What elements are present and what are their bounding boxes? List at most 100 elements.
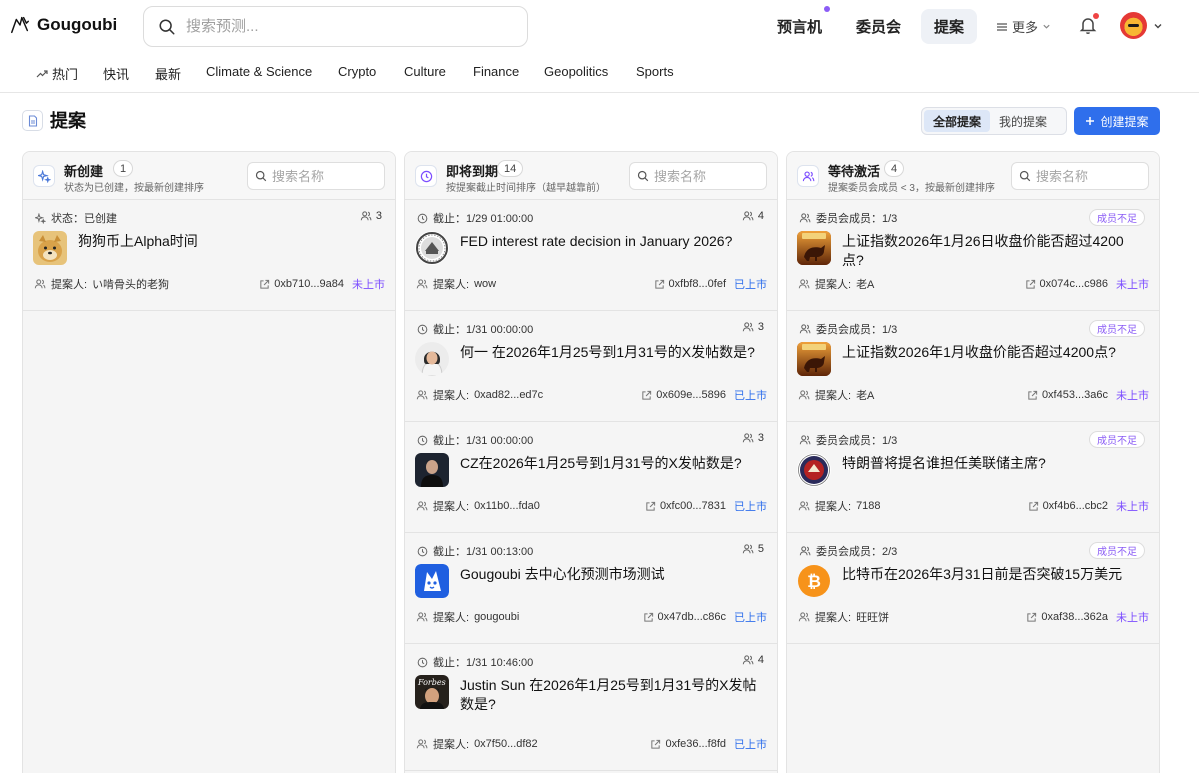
- listing-status: 已上市: [734, 501, 767, 513]
- proposal-question[interactable]: FED interest rate decision in January 20…: [460, 232, 760, 251]
- proposal-card[interactable]: 截止：1/31 00:00:00 3 何一 在2026年1月25号到1月31号的X发…: [405, 311, 777, 422]
- tab-all-proposals[interactable]: 全部提案: [924, 110, 991, 132]
- nav-oracle[interactable]: 预言机: [763, 6, 836, 44]
- proposer-label: 提案人:: [51, 279, 88, 291]
- category-finance[interactable]: Finance: [473, 64, 519, 79]
- proposal-question[interactable]: 上证指数2026年1月收盘价能否超过4200点?: [842, 343, 1142, 362]
- fed-seal-icon: [415, 231, 449, 265]
- proposer-label: 提案人:: [815, 612, 852, 624]
- column-search-input[interactable]: [272, 168, 377, 184]
- category-sports[interactable]: Sports: [636, 64, 674, 79]
- column-search[interactable]: [629, 162, 767, 190]
- proposer-name: 老A: [856, 390, 875, 402]
- more-menu[interactable]: 更多: [996, 17, 1051, 36]
- category-hot[interactable]: 热门: [36, 64, 78, 83]
- card-footer: 提案人: gougoubi 0x47db...c86c 已上市: [416, 609, 767, 625]
- member-count-value: 4: [757, 654, 764, 666]
- proposer-name: 0x11b0...fda0: [474, 500, 540, 512]
- proposal-question[interactable]: Gougoubi 去中心化预测市场测试: [460, 565, 760, 584]
- category-flash[interactable]: 快讯: [103, 64, 129, 83]
- contract-address[interactable]: 0x074c...c986: [1040, 278, 1109, 290]
- contract-address[interactable]: 0x609e...5896: [656, 389, 726, 401]
- card-meta: 截止：1/31 00:13:00: [417, 543, 533, 559]
- user-icon: [416, 279, 428, 289]
- contract-address[interactable]: 0xaf38...362a: [1041, 611, 1108, 623]
- contract-address[interactable]: 0xfc00...7831: [660, 500, 726, 512]
- proposal-question[interactable]: Justin Sun 在2026年1月25号到1月31号的X发帖数是?: [460, 676, 760, 714]
- card-meta: 截止：1/31 00:00:00: [417, 321, 533, 337]
- create-proposal-button[interactable]: 创建提案: [1074, 107, 1160, 135]
- contract-link[interactable]: 0xaf38...362a 未上市: [1026, 609, 1149, 625]
- clock-icon: [417, 213, 428, 223]
- column-search[interactable]: [247, 162, 385, 190]
- member-count-value: 4: [757, 210, 764, 222]
- proposal-question[interactable]: 何一 在2026年1月25号到1月31号的X发帖数是?: [460, 343, 760, 362]
- column-search-input[interactable]: [654, 168, 759, 184]
- proposal-question[interactable]: 特朗普将提名谁担任美联储主席?: [842, 454, 1142, 473]
- contract-link[interactable]: 0xfc00...7831 已上市: [645, 498, 767, 514]
- users-icon: [742, 211, 754, 221]
- users-icon: [799, 435, 811, 445]
- category-geopolitics[interactable]: Geopolitics: [544, 64, 608, 79]
- contract-address[interactable]: 0xf4b6...cbc2: [1043, 500, 1108, 512]
- user-icon: [416, 501, 428, 511]
- external-link-icon: [1027, 612, 1037, 622]
- member-count: 3: [360, 210, 382, 222]
- contract-link[interactable]: 0xf4b6...cbc2 未上市: [1028, 498, 1149, 514]
- column-subtitle: 提案委员会成员 < 3，按最新创建排序: [828, 183, 995, 194]
- nav-proposals[interactable]: 提案: [921, 9, 977, 44]
- search-input[interactable]: [186, 18, 486, 35]
- nav-proposals-label: 提案: [933, 19, 964, 36]
- proposal-card[interactable]: 委员会成员：1/3 成员不足 特朗普将提名谁担任美联储主席? 提案人: 7188 0xf4…: [787, 422, 1159, 533]
- member-count-value: 5: [757, 543, 764, 555]
- global-search[interactable]: [143, 6, 528, 47]
- contract-address[interactable]: 0x47db...c86c: [658, 611, 727, 623]
- contract-address[interactable]: 0xb710...9a84: [274, 278, 344, 290]
- proposal-question[interactable]: 比特币在2026年3月31日前是否突破15万美元: [842, 565, 1142, 584]
- column-title: 等待激活: [828, 164, 881, 179]
- tab-my-proposals[interactable]: 我的提案: [990, 110, 1056, 132]
- category-culture[interactable]: Culture: [404, 64, 446, 79]
- proposer-name: gougoubi: [474, 611, 520, 623]
- nav-committee[interactable]: 委员会: [842, 9, 915, 44]
- contract-link[interactable]: 0xb710...9a84 未上市: [259, 276, 385, 292]
- users-icon: [799, 213, 811, 223]
- category-climate[interactable]: Climate & Science: [206, 64, 312, 79]
- proposer-name: 0xad82...ed7c: [474, 389, 544, 401]
- proposal-card[interactable]: 截止：1/31 10:46:00 4 Forbes Justin Sun 在2026年…: [405, 644, 777, 771]
- clock-icon: [417, 324, 428, 334]
- proposal-card[interactable]: 截止：1/31 00:13:00 5 Gougoubi 去中心化预测市场测试提案人:…: [405, 533, 777, 644]
- contract-address[interactable]: 0xf453...3a6c: [1042, 389, 1108, 401]
- doge-icon: [33, 231, 67, 265]
- proposer: 提案人: gougoubi: [416, 609, 519, 625]
- card-meta-text: 委员会成员：1/3: [816, 213, 898, 225]
- proposal-card[interactable]: 委员会成员：1/3 成员不足 上证指数2026年1月收盘价能否超过4200点? 提案人…: [787, 311, 1159, 422]
- card-meta-text: 委员会成员：1/3: [816, 435, 898, 447]
- contract-link[interactable]: 0xf453...3a6c 未上市: [1027, 387, 1149, 403]
- proposal-question[interactable]: CZ在2026年1月25号到1月31号的X发帖数是?: [460, 454, 760, 473]
- menu-icon: [997, 22, 1007, 31]
- proposal-card[interactable]: 状态：已创建 3 狗狗币上Alpha时间 提案人: い啃骨头的老狗 0xb710...9a…: [23, 200, 395, 311]
- contract-link[interactable]: 0x074c...c986 未上市: [1025, 276, 1149, 292]
- proposal-question[interactable]: 上证指数2026年1月26日收盘价能否超过4200点?: [842, 232, 1142, 270]
- proposal-card[interactable]: 委员会成员：2/3 成员不足 ₿ 比特币在2026年3月31日前是否突破15万美元 提案…: [787, 533, 1159, 644]
- card-footer: 提案人: い啃骨头的老狗 0xb710...9a84 未上市: [34, 276, 385, 292]
- proposal-card[interactable]: 委员会成员：1/3 成员不足 上证指数2026年1月26日收盘价能否超过4200点?…: [787, 200, 1159, 311]
- profile-photo: Forbes: [415, 675, 449, 709]
- user-menu[interactable]: [1120, 12, 1163, 39]
- contract-link[interactable]: 0x47db...c86c 已上市: [643, 609, 767, 625]
- contract-link[interactable]: 0x609e...5896 已上市: [641, 387, 767, 403]
- column-search[interactable]: [1011, 162, 1149, 190]
- proposal-question[interactable]: 狗狗币上Alpha时间: [78, 232, 378, 251]
- column-search-input[interactable]: [1036, 168, 1141, 184]
- contract-link[interactable]: 0xfbf8...0fef 已上市: [654, 276, 767, 292]
- contract-address[interactable]: 0xfbf8...0fef: [669, 278, 726, 290]
- contract-link[interactable]: 0xfe36...f8fd 已上市: [650, 736, 767, 752]
- logo[interactable]: Gougoubi: [9, 14, 117, 36]
- category-crypto[interactable]: Crypto: [338, 64, 376, 79]
- category-latest[interactable]: 最新: [155, 64, 181, 83]
- avatar: [1120, 12, 1147, 39]
- proposal-card[interactable]: 截止：1/31 00:00:00 3 CZ在2026年1月25号到1月31号的X发帖…: [405, 422, 777, 533]
- proposal-card[interactable]: 截止：1/29 01:00:00 4 FED interest rate decis…: [405, 200, 777, 311]
- contract-address[interactable]: 0xfe36...f8fd: [665, 738, 726, 750]
